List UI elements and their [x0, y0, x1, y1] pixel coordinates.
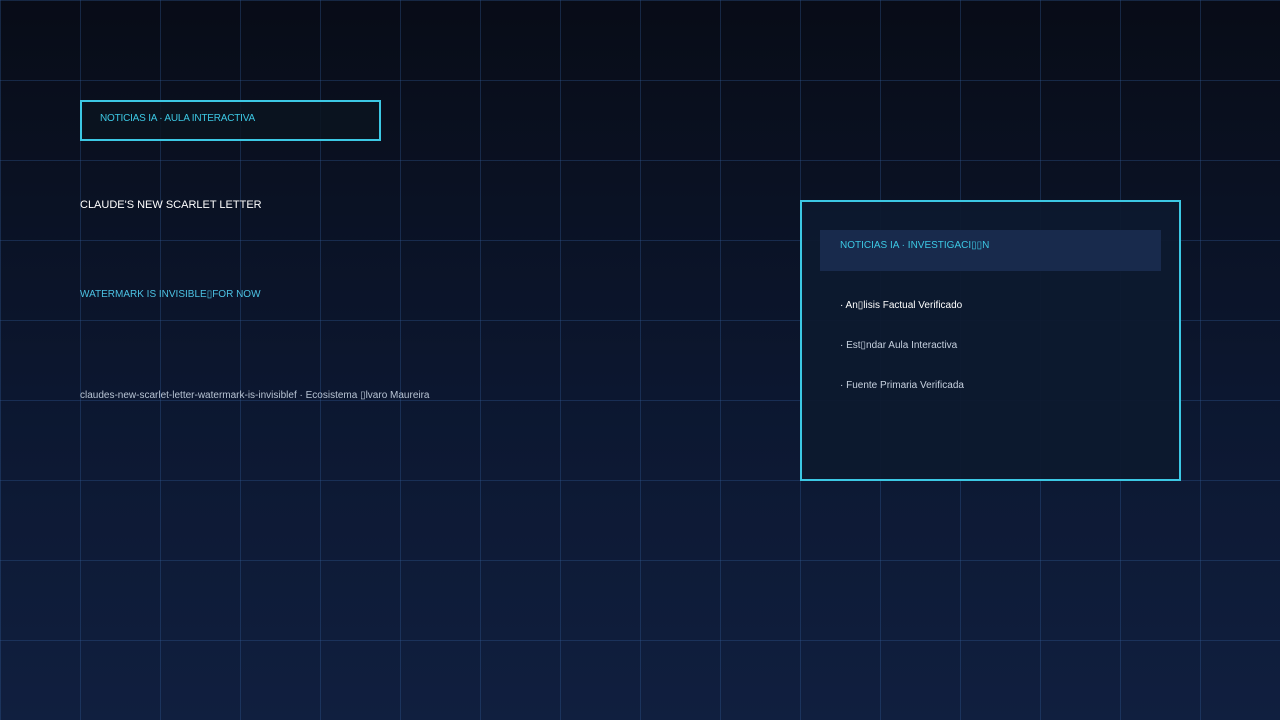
info-panel: NOTICIAS IA · INVESTIGACI▯▯N · An▯lisis …	[800, 200, 1181, 481]
article-subtitle: WATERMARK IS INVISIBLE▯FOR NOW	[80, 289, 261, 300]
panel-header-label: NOTICIAS IA · INVESTIGACI▯▯N	[840, 240, 990, 251]
panel-header: NOTICIAS IA · INVESTIGACI▯▯N	[820, 230, 1161, 271]
header-tag-box: NOTICIAS IA · AULA INTERACTIVA	[80, 100, 381, 141]
article-slug: claudes-new-scarlet-letter-watermark-is-…	[80, 390, 430, 401]
panel-list-item: · An▯lisis Factual Verificado	[840, 300, 963, 311]
header-tag-label: NOTICIAS IA · AULA INTERACTIVA	[100, 113, 255, 124]
panel-list-item: · Fuente Primaria Verificada	[840, 380, 964, 391]
panel-list-item: · Est▯ndar Aula Interactiva	[840, 340, 958, 351]
article-title: CLAUDE'S NEW SCARLET LETTER	[80, 199, 262, 211]
